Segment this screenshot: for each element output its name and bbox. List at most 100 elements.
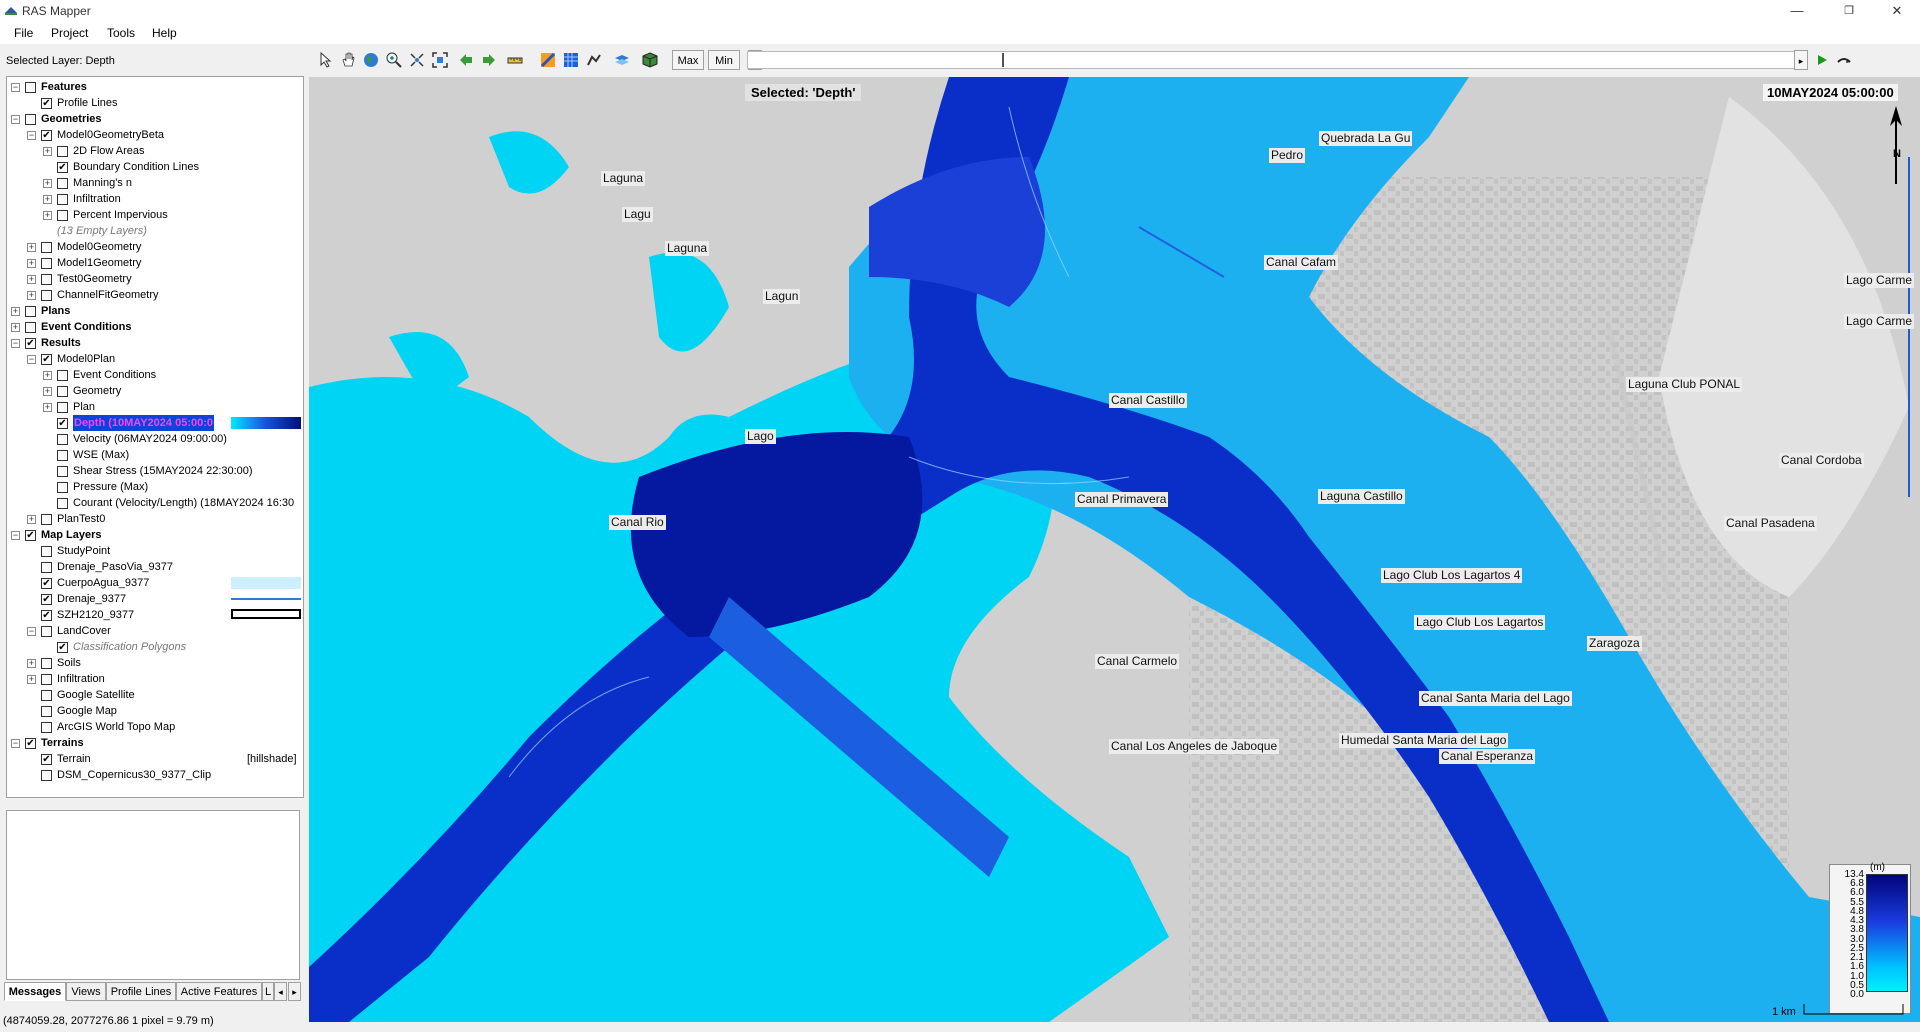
layer-tree-row[interactable]: + Soils [7,655,303,671]
layer-checkbox[interactable] [41,546,52,557]
layer-checkbox[interactable] [41,562,52,573]
menu-tools[interactable]: Tools [107,26,135,40]
layer-checkbox[interactable]: ✔ [41,610,52,621]
layer-tree-row[interactable]: (13 Empty Layers) [7,223,303,239]
layer-checkbox[interactable]: ✔ [25,530,36,541]
close-button[interactable]: ✕ [1874,0,1920,22]
expand-icon[interactable]: + [43,371,52,380]
layer-checkbox[interactable] [57,402,68,413]
layer-checkbox[interactable]: ✔ [41,130,52,141]
layer-tree-row[interactable]: − LandCover [7,623,303,639]
tab-scroll-left-button[interactable]: ◂ [274,982,287,1001]
layer-checkbox[interactable] [41,514,52,525]
layer-checkbox[interactable]: ✔ [41,754,52,765]
collapse-icon[interactable]: − [27,355,36,364]
maximize-button[interactable]: ❐ [1826,0,1872,22]
layer-checkbox[interactable]: ✔ [57,642,68,653]
layer-checkbox[interactable]: ✔ [25,338,36,349]
layer-tree-row[interactable]: ✔ SZH2120_9377 [7,607,303,623]
menu-file[interactable]: File [14,26,33,40]
layer-checkbox[interactable] [57,466,68,477]
profile-icon[interactable] [586,52,602,68]
expand-icon[interactable]: + [11,307,20,316]
layer-tree-row[interactable]: + Infiltration [7,191,303,207]
layer-tree-row[interactable]: Pressure (Max) [7,479,303,495]
layer-checkbox[interactable] [57,370,68,381]
layer-tree-row[interactable]: DSM_Copernicus30_9377_Clip [7,767,303,783]
layer-tree-row[interactable]: + Geometry [7,383,303,399]
expand-icon[interactable]: + [43,387,52,396]
layer-tree-row[interactable]: − ✔ Model0GeometryBeta [7,127,303,143]
expand-icon[interactable]: + [43,179,52,188]
layer-checkbox[interactable] [41,770,52,781]
layer-checkbox[interactable] [41,626,52,637]
expand-icon[interactable]: + [43,195,52,204]
expand-icon[interactable]: + [27,675,36,684]
tab-scroll-right-button[interactable]: ▸ [288,982,301,1001]
layer-tree-row[interactable]: +2D Flow Areas [7,143,303,159]
grid-icon[interactable] [563,52,579,68]
expand-icon[interactable]: + [27,659,36,668]
layer-checkbox[interactable]: ✔ [41,578,52,589]
expand-icon[interactable]: + [11,323,20,332]
back-arrow-icon[interactable] [458,52,474,68]
layer-checkbox[interactable] [57,146,68,157]
layer-checkbox[interactable] [41,674,52,685]
minimize-button[interactable]: — [1774,0,1820,22]
layer-tree-row[interactable]: ✔ Drenaje_9377 [7,591,303,607]
layer-tree-row[interactable]: Shear Stress (15MAY2024 22:30:00) [7,463,303,479]
layer-tree-row[interactable]: Google Map [7,703,303,719]
expand-icon[interactable]: + [43,211,52,220]
collapse-icon[interactable]: − [27,627,36,636]
layer-tree-row[interactable]: − ✔ Map Layers [7,527,303,543]
layer-checkbox[interactable] [25,306,36,317]
layer-tree-row[interactable]: WSE (Max) [7,447,303,463]
animation-settings-icon[interactable] [1836,52,1852,68]
layer-tree-row[interactable]: + Event Conditions [7,367,303,383]
layer-checkbox[interactable] [57,450,68,461]
layer-tree-row[interactable]: + Percent Impervious [7,207,303,223]
layer-checkbox[interactable] [57,194,68,205]
tab-messages[interactable]: Messages [4,982,66,1001]
collapse-icon[interactable]: − [27,131,36,140]
layer-tree-row[interactable]: + ChannelFitGeometry [7,287,303,303]
layer-tree-row[interactable]: − Geometries [7,111,303,127]
full-extent-icon[interactable] [432,52,448,68]
expand-icon[interactable]: + [27,243,36,252]
layer-checkbox[interactable] [25,114,36,125]
layer-tree-row[interactable]: + Test0Geometry [7,271,303,287]
map-tool-icon[interactable] [540,52,556,68]
layer-checkbox[interactable] [41,258,52,269]
layer-checkbox[interactable]: ✔ [41,98,52,109]
layer-checkbox[interactable] [57,210,68,221]
layer-checkbox[interactable] [57,386,68,397]
layer-checkbox[interactable]: ✔ [25,738,36,749]
max-button[interactable]: Max [672,50,704,70]
layer-tree-row[interactable]: ✔ CuerpoAgua_9377 [7,575,303,591]
layer-checkbox[interactable] [41,706,52,717]
time-slider[interactable] [747,51,1798,69]
layer-tree-row[interactable]: ArcGIS World Topo Map [7,719,303,735]
cube-icon[interactable] [642,52,658,68]
layer-tree-row[interactable]: − ✔ Results [7,335,303,351]
layer-checkbox[interactable] [41,658,52,669]
forward-arrow-icon[interactable] [481,52,497,68]
layer-tree-row[interactable]: + Event Conditions [7,319,303,335]
layer-checkbox[interactable]: ✔ [41,354,52,365]
min-button[interactable]: Min [708,50,740,70]
map-canvas[interactable]: Quebrada La Gu Pedro Laguna Lagu Laguna Lagun… [309,77,1920,1022]
collapse-icon[interactable]: − [11,739,20,748]
zoom-in-icon[interactable] [386,52,402,68]
layer-checkbox[interactable] [57,482,68,493]
layer-checkbox[interactable] [57,434,68,445]
layer-checkbox[interactable]: ✔ [57,162,68,173]
layer-tree-row[interactable]: ✔ Classification Polygons [7,639,303,655]
expand-icon[interactable]: + [27,291,36,300]
layer-checkbox[interactable] [25,82,36,93]
expand-icon[interactable]: + [27,275,36,284]
layers-icon[interactable] [614,52,630,68]
globe-icon[interactable] [363,52,379,68]
pan-icon[interactable] [340,52,356,68]
layer-tree-row[interactable]: ✔ Terrain [hillshade] [7,751,303,767]
layer-tree-row[interactable]: + Plans [7,303,303,319]
